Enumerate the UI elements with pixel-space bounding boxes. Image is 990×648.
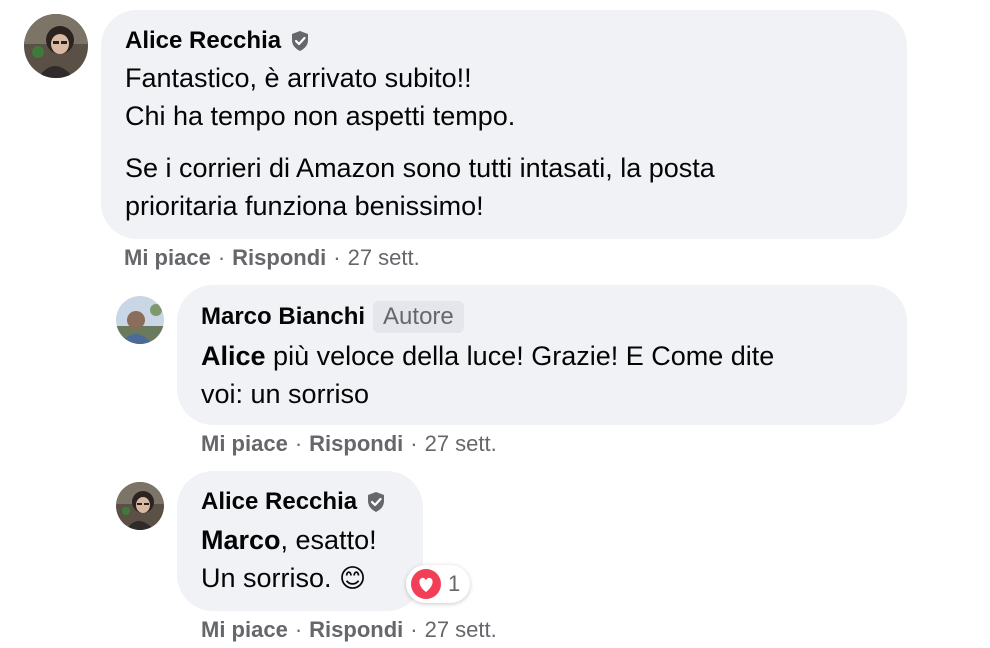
separator: · bbox=[217, 245, 226, 270]
avatar-alice[interactable] bbox=[116, 482, 164, 530]
avatar-marco[interactable] bbox=[116, 296, 164, 344]
reply-text-line: voi: un sorriso bbox=[201, 379, 370, 409]
reply-bubble: Alice Recchia Marco, esatto! Un sorriso.… bbox=[177, 471, 423, 611]
shield-check-icon bbox=[289, 30, 311, 52]
mention-link[interactable]: Alice bbox=[201, 341, 266, 371]
reply-text-line: Un sorriso. 😊 bbox=[201, 559, 399, 598]
reply-bubble: Marco Bianchi Autore Alice più veloce de… bbox=[177, 285, 907, 425]
reply-text: , esatto! bbox=[280, 525, 377, 555]
reply-text-line: Marco, esatto! bbox=[201, 521, 399, 559]
like-button[interactable]: Mi piace bbox=[201, 431, 288, 456]
reaction-count: 1 bbox=[448, 571, 461, 596]
reply-author-row: Alice Recchia bbox=[201, 487, 399, 517]
timestamp[interactable]: 27 sett. bbox=[425, 431, 497, 456]
comment-author-name[interactable]: Alice Recchia bbox=[125, 26, 281, 56]
separator: · bbox=[333, 245, 341, 270]
comment-text-line: prioritaria funziona benissimo! bbox=[125, 191, 484, 221]
reply-actions: Mi piace · Rispondi · 27 sett. bbox=[201, 616, 497, 644]
reply-button[interactable]: Rispondi bbox=[309, 431, 403, 456]
mention-link[interactable]: Marco bbox=[201, 525, 281, 555]
comment-text-line: Se i corrieri di Amazon sono tutti intas… bbox=[125, 153, 715, 183]
reaction-summary[interactable]: 1 bbox=[406, 565, 471, 603]
smiling-face-emoji: 😊 bbox=[339, 564, 367, 594]
comment-author-row: Alice Recchia bbox=[125, 26, 883, 56]
separator: · bbox=[294, 431, 303, 456]
like-button[interactable]: Mi piace bbox=[124, 245, 211, 270]
reply-actions: Mi piace · Rispondi · 27 sett. bbox=[201, 430, 497, 458]
separator: · bbox=[294, 617, 303, 642]
separator: · bbox=[410, 617, 418, 642]
reply-text: più veloce della luce! Grazie! E Come di… bbox=[265, 341, 775, 371]
reply-author-name[interactable]: Alice Recchia bbox=[201, 487, 357, 517]
shield-check-icon bbox=[365, 491, 387, 513]
like-button[interactable]: Mi piace bbox=[201, 617, 288, 642]
reply-button[interactable]: Rispondi bbox=[232, 245, 326, 270]
comment-text-line: Fantastico, è arrivato subito!! bbox=[125, 63, 472, 93]
comment-text-line: Chi ha tempo non aspetti tempo. bbox=[125, 101, 516, 131]
author-badge: Autore bbox=[373, 301, 464, 333]
separator: · bbox=[410, 431, 418, 456]
avatar-alice[interactable] bbox=[24, 14, 88, 78]
reply-button[interactable]: Rispondi bbox=[309, 617, 403, 642]
comment-bubble: Alice Recchia Fantastico, è arrivato sub… bbox=[101, 10, 907, 239]
comment-actions: Mi piace · Rispondi · 27 sett. bbox=[124, 244, 420, 272]
reply-author-name[interactable]: Marco Bianchi bbox=[201, 302, 365, 332]
reply-text-line: Alice più veloce della luce! Grazie! E C… bbox=[201, 337, 883, 375]
reply-text: Un sorriso. bbox=[201, 563, 340, 593]
timestamp[interactable]: 27 sett. bbox=[348, 245, 420, 270]
reply-author-row: Marco Bianchi Autore bbox=[201, 301, 883, 333]
timestamp[interactable]: 27 sett. bbox=[425, 617, 497, 642]
heart-reaction-icon bbox=[410, 568, 442, 600]
